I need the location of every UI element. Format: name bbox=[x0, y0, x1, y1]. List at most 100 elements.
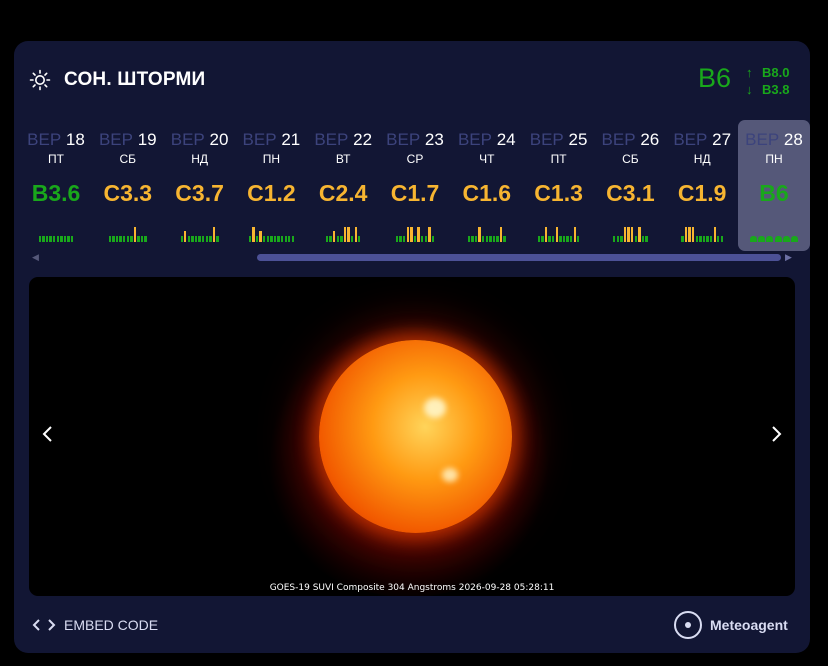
hourly-activity-bars bbox=[383, 224, 447, 242]
activity-bar bbox=[750, 236, 758, 242]
day-of-week: ПН bbox=[262, 152, 281, 166]
activity-bar bbox=[63, 236, 67, 242]
day-column[interactable]: ВЕР 23 СР C1.7 bbox=[379, 120, 451, 251]
activity-bar bbox=[428, 227, 431, 242]
horizontal-scrollbar[interactable] bbox=[257, 254, 781, 261]
activity-bar bbox=[133, 227, 137, 242]
activity-bar bbox=[194, 236, 198, 242]
activity-bar bbox=[350, 236, 354, 242]
scroll-right-icon[interactable]: ▶ bbox=[785, 252, 792, 263]
code-icon bbox=[32, 619, 56, 631]
day-of-week: ПТ bbox=[48, 152, 64, 166]
day-flare-class: C3.7 bbox=[175, 180, 224, 206]
activity-bar bbox=[399, 236, 402, 242]
activity-bar bbox=[255, 236, 259, 242]
day-number: 21 bbox=[281, 130, 301, 149]
chevron-right-icon[interactable] bbox=[767, 422, 785, 446]
activity-bar bbox=[684, 227, 688, 242]
activity-bar bbox=[270, 236, 273, 242]
day-column[interactable]: ВЕР 18 ПТ B3.6 bbox=[20, 120, 92, 251]
activity-bar bbox=[184, 231, 187, 242]
day-of-week: ВТ bbox=[335, 152, 351, 166]
activity-bar bbox=[413, 236, 417, 242]
day-month: ВЕР bbox=[601, 130, 636, 149]
chevron-left-icon[interactable] bbox=[39, 422, 57, 446]
meteoagent-logo-icon bbox=[674, 611, 702, 639]
activity-bar bbox=[248, 236, 252, 242]
widget-footer: EMBED CODE Meteoagent bbox=[14, 598, 810, 653]
arrow-down-icon: ↓ bbox=[746, 82, 753, 97]
day-column[interactable]: ВЕР 24 ЧТ C1.6 bbox=[451, 120, 523, 251]
day-column[interactable]: ВЕР 26 СБ C3.1 bbox=[594, 120, 666, 251]
activity-bar bbox=[503, 236, 506, 242]
activity-bar bbox=[699, 236, 702, 242]
activity-bar bbox=[259, 231, 262, 242]
embed-code-button[interactable]: EMBED CODE bbox=[32, 617, 158, 633]
activity-bar bbox=[627, 227, 630, 242]
activity-bar bbox=[56, 236, 59, 242]
brand-link[interactable]: Meteoagent bbox=[674, 611, 788, 639]
activity-bar bbox=[406, 227, 410, 242]
sun-image-panel: GOES-19 SUVI Composite 304 Angstroms 202… bbox=[29, 277, 795, 596]
flare-min: ↓ B3.8 bbox=[746, 81, 789, 98]
day-column[interactable]: ВЕР 28 ПН B6 bbox=[738, 120, 810, 251]
flare-min-value: B3.8 bbox=[762, 82, 790, 97]
activity-bar bbox=[713, 227, 716, 242]
activity-bar bbox=[187, 236, 191, 242]
activity-bar bbox=[119, 236, 122, 242]
day-of-week: СБ bbox=[119, 152, 137, 166]
day-date: ВЕР 20 bbox=[164, 130, 236, 150]
day-month: ВЕР bbox=[745, 130, 780, 149]
day-flare-class: C3.1 bbox=[606, 180, 655, 206]
day-month: ВЕР bbox=[314, 130, 349, 149]
day-column[interactable]: ВЕР 27 НД C1.9 bbox=[666, 120, 738, 251]
activity-bar bbox=[681, 236, 684, 242]
activity-bar bbox=[417, 227, 420, 242]
day-date: ВЕР 23 bbox=[379, 130, 451, 150]
activity-bar bbox=[420, 236, 424, 242]
activity-bar bbox=[695, 236, 699, 242]
scroll-left-icon[interactable]: ◀ bbox=[32, 252, 39, 263]
activity-bar bbox=[277, 236, 280, 242]
hourly-activity-bars bbox=[239, 224, 303, 242]
activity-bar bbox=[616, 236, 620, 242]
activity-bar bbox=[630, 227, 634, 242]
activity-bar bbox=[782, 236, 790, 242]
widget-title: СОН. ШТОРМИ bbox=[64, 69, 206, 90]
sun-icon bbox=[29, 69, 51, 91]
day-flare-class: C3.3 bbox=[103, 180, 153, 206]
day-flare-class: C1.6 bbox=[462, 180, 512, 206]
activity-bar bbox=[49, 236, 52, 242]
activity-bar bbox=[216, 236, 219, 242]
day-date: ВЕР 24 bbox=[451, 130, 523, 150]
activity-bar bbox=[354, 227, 357, 242]
image-caption: GOES-19 SUVI Composite 304 Angstroms 202… bbox=[269, 583, 555, 593]
day-column[interactable]: ВЕР 19 СБ C3.3 bbox=[92, 120, 164, 251]
day-month: ВЕР bbox=[457, 130, 492, 149]
activity-bar bbox=[474, 236, 478, 242]
widget-header: СОН. ШТОРМИ B6 ↑ B8.0 ↓ B3.8 bbox=[14, 41, 810, 121]
activity-bar bbox=[552, 236, 555, 242]
activity-bar bbox=[634, 236, 637, 242]
activity-bar bbox=[343, 227, 347, 242]
day-date: ВЕР 21 bbox=[235, 130, 307, 150]
daily-forecast-strip[interactable]: ВЕР 18 ПТ B3.6 ВЕР 19 СБ C3.3 ВЕР 20 НД C3.7 ВЕР … bbox=[14, 120, 810, 251]
activity-bar bbox=[38, 236, 42, 242]
day-number: 28 bbox=[783, 130, 803, 149]
day-number: 24 bbox=[496, 130, 516, 149]
activity-bar bbox=[70, 236, 74, 242]
day-date: ВЕР 26 bbox=[594, 130, 666, 150]
activity-bar bbox=[263, 236, 266, 242]
activity-bar bbox=[692, 227, 695, 242]
day-column[interactable]: ВЕР 20 НД C3.7 bbox=[164, 120, 236, 251]
activity-bar bbox=[67, 236, 70, 242]
activity-bar bbox=[623, 227, 627, 242]
activity-bar bbox=[329, 236, 332, 242]
activity-bar bbox=[191, 236, 194, 242]
activity-bar bbox=[431, 236, 435, 242]
day-column[interactable]: ВЕР 22 ВТ C2.4 bbox=[307, 120, 379, 251]
activity-bar bbox=[492, 236, 496, 242]
day-column[interactable]: ВЕР 21 ПН C1.2 bbox=[235, 120, 307, 251]
day-of-week: ПН bbox=[765, 152, 783, 166]
day-column[interactable]: ВЕР 25 ПТ C1.3 bbox=[523, 120, 595, 251]
